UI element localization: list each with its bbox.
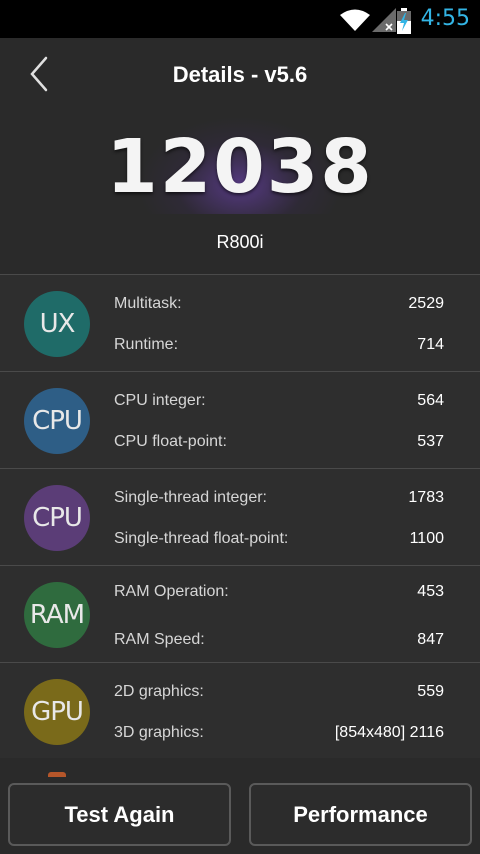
performance-button[interactable]: Performance [249,783,472,846]
single-thread-badge: CPU [24,485,90,551]
runtime-label: Runtime: [114,336,179,353]
cpu-integer-label: CPU integer: [114,392,206,409]
ram-operation-label: RAM Operation: [114,583,229,600]
cpu-badge: CPU [24,388,90,454]
ram-speed-label: RAM Speed: [114,631,205,648]
ram-speed-value: 847 [417,631,444,648]
single-thread-integer-value: 1783 [408,489,444,506]
single-thread-integer-label: Single-thread integer: [114,489,267,506]
3d-graphics-row: 3D graphics: [854x480] 2116 [114,724,444,748]
single-thread-float-row: Single-thread float-point: 1100 [114,530,444,554]
3d-graphics-value: [854x480] 2116 [334,724,444,741]
runtime-value: 714 [417,336,444,353]
ram-badge: RAM [24,582,90,648]
test-again-button[interactable]: Test Again [8,783,231,846]
total-score: 12038 [106,124,374,210]
results-list: UX Multitask: 2529 Runtime: 714 CPU CPU … [0,274,480,759]
single-thread-section: CPU Single-thread integer: 1783 Single-t… [0,468,480,565]
cpu-integer-row: CPU integer: 564 [114,392,444,416]
signal-icon [372,8,396,32]
battery-charging-icon [397,8,411,34]
cpu-float-row: CPU float-point: 537 [114,433,444,457]
ram-section: RAM RAM Operation: 453 RAM Speed: 847 [0,565,480,662]
ram-speed-row: RAM Speed: 847 [114,631,444,655]
2d-graphics-row: 2D graphics: 559 [114,683,444,707]
device-name: R800i [216,232,264,252]
cpu-float-label: CPU float-point: [114,433,227,450]
2d-graphics-label: 2D graphics: [114,683,204,700]
cpu-section: CPU CPU integer: 564 CPU float-point: 53… [0,371,480,468]
gpu-badge: GPU [24,679,90,745]
gpu-section: GPU 2D graphics: 559 3D graphics: [854x4… [0,662,480,759]
next-section-badge-edge [48,772,66,777]
wifi-icon [340,9,370,31]
2d-graphics-value: 559 [417,683,444,700]
ux-section: UX Multitask: 2529 Runtime: 714 [0,274,480,371]
multitask-label: Multitask: [114,295,182,312]
bottom-action-bar: Test Again Performance [0,758,480,854]
ram-operation-row: RAM Operation: 453 [114,583,444,607]
details-header: Details - v5.6 12038 R800i [0,38,480,274]
ram-operation-value: 453 [417,583,444,600]
page-title: Details - v5.6 [172,62,308,87]
single-thread-integer-row: Single-thread integer: 1783 [114,489,444,513]
status-bar: 4:55 [0,0,480,38]
ux-badge: UX [24,291,90,357]
3d-graphics-label: 3D graphics: [114,724,204,741]
single-thread-float-value: 1100 [409,530,444,547]
single-thread-float-label: Single-thread float-point: [114,530,289,547]
multitask-row: Multitask: 2529 [114,295,444,319]
runtime-row: Runtime: 714 [114,336,444,360]
cpu-float-value: 537 [417,433,444,450]
cpu-integer-value: 564 [417,392,444,409]
multitask-value: 2529 [408,295,444,312]
status-time: 4:55 [420,6,470,31]
